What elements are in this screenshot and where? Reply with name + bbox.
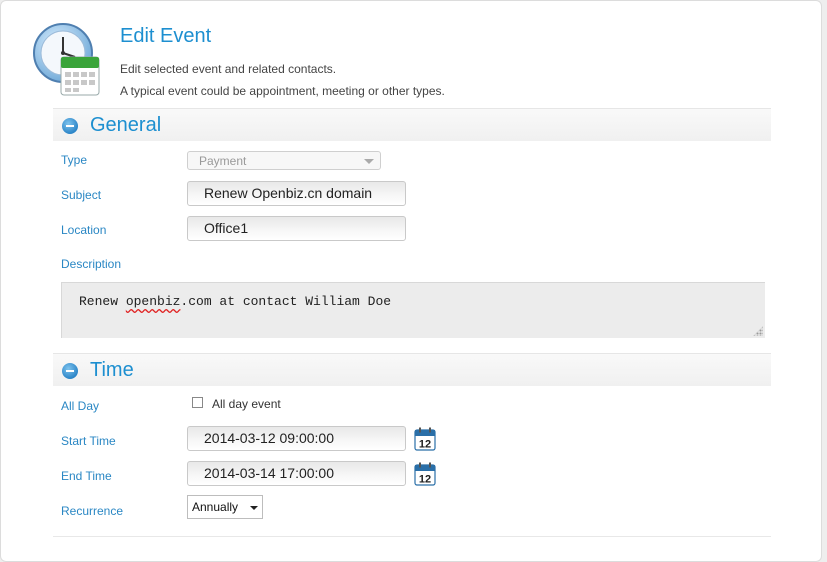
recurrence-select-value: Annually [192,500,239,514]
page-description-line1: Edit selected event and related contacts… [120,62,337,76]
page-description-line2: A typical event could be appointment, me… [120,84,445,98]
collapse-icon[interactable] [62,363,78,379]
description-text-part1: Renew [79,294,126,309]
location-label: Location [61,223,107,237]
time-section-header[interactable]: Time [53,353,771,386]
subject-input[interactable]: Renew Openbiz.cn domain [187,181,406,206]
end-time-label: End Time [61,469,112,483]
calendar-day-text: 12 [419,474,431,486]
type-select-value: Payment [199,154,247,168]
chevron-down-icon [250,506,258,510]
misspelled-word: openbiz [125,294,181,309]
calendar-icon[interactable]: 12 [414,462,436,486]
resize-grip-icon[interactable] [753,326,763,336]
calendar-day-text: 12 [419,439,431,451]
location-input[interactable]: Office1 [187,216,406,241]
allday-label: All Day [61,399,100,413]
type-select[interactable]: Payment [187,151,381,170]
recurrence-label: Recurrence [61,504,124,518]
divider [53,536,771,537]
calendar-icon[interactable]: 12 [414,427,436,451]
chevron-down-icon [364,159,374,164]
edit-event-panel: Edit Event Edit selected event and relat… [0,0,822,562]
recurrence-select[interactable]: Annually [187,495,263,519]
allday-checkbox[interactable] [192,397,203,408]
start-time-label: Start Time [61,434,116,448]
collapse-icon[interactable] [62,118,78,134]
subject-label: Subject [61,188,102,202]
description-text-part2: .com at contact William Doe [180,294,392,309]
allday-checkbox-label[interactable]: All day event [212,397,281,411]
time-section-title: Time [90,359,134,381]
general-section-title: General [90,114,162,136]
clock-calendar-icon [33,23,100,96]
start-time-input[interactable]: 2014-03-12 09:00:00 [187,426,406,451]
general-section-header[interactable]: General [53,108,771,141]
page-title: Edit Event [120,25,212,47]
description-textarea[interactable]: Renew openbiz.com at contact William Doe [61,282,765,338]
type-label: Type [61,153,88,167]
end-time-input[interactable]: 2014-03-14 17:00:00 [187,461,406,486]
description-label: Description [61,257,122,271]
